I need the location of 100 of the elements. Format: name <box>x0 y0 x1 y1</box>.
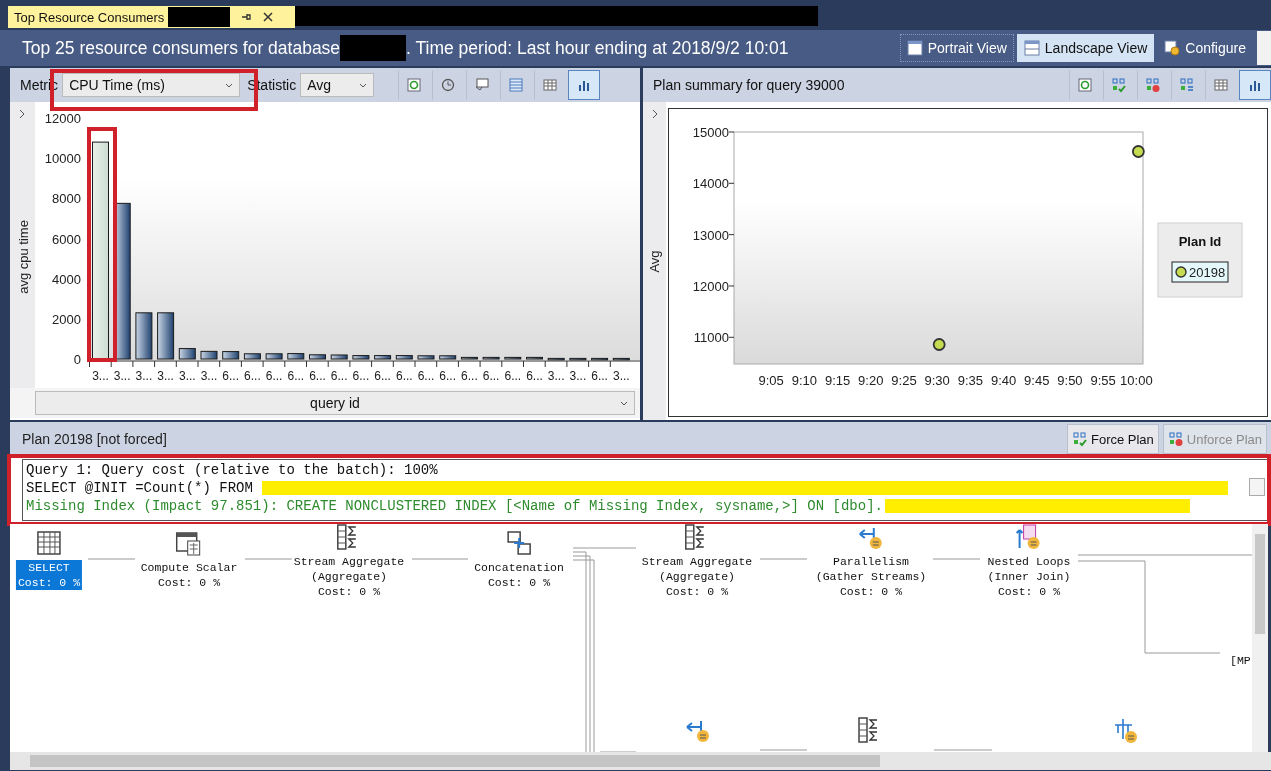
x-axis-dropdown[interactable]: query id <box>35 391 635 415</box>
bar[interactable] <box>330 354 348 360</box>
chevron-icon <box>18 109 26 119</box>
bar[interactable] <box>612 357 630 361</box>
scroll-thumb[interactable] <box>1255 534 1265 634</box>
document-tab[interactable]: Top Resource Consumers <box>8 6 295 28</box>
x-tick-label: 6... <box>526 369 543 383</box>
bar[interactable] <box>460 356 478 360</box>
x-tick-label: 3... <box>135 369 153 383</box>
bar[interactable] <box>352 355 370 360</box>
landscape-layout-icon <box>1023 40 1040 56</box>
bar[interactable] <box>243 353 261 360</box>
legend-item[interactable]: 20198 <box>1171 261 1229 283</box>
merge-icon <box>506 530 532 556</box>
x-tick-label: 3... <box>113 369 131 383</box>
caret-icon <box>225 82 234 88</box>
y-tick-label: 6000 <box>52 231 81 247</box>
connector-line <box>244 558 294 560</box>
metric-dropdown[interactable]: CPU Time (ms) <box>62 73 241 97</box>
x-tick-label: 3... <box>547 369 565 383</box>
bar[interactable] <box>374 355 392 360</box>
y-tick-label: 8000 <box>52 191 81 207</box>
data-point[interactable] <box>1131 145 1145 158</box>
plan-stop-icon <box>1145 77 1161 93</box>
connector-line <box>759 558 808 560</box>
portrait-layout-icon <box>906 40 923 56</box>
bar[interactable] <box>439 355 457 360</box>
y-tick-label: 2000 <box>52 311 81 327</box>
y-tick-label: 13000 <box>692 227 729 243</box>
horizontal-scrollbar[interactable] <box>10 752 1271 770</box>
x-tick-label: 9:35 <box>957 373 984 388</box>
x-tick-label: 3... <box>612 369 630 383</box>
statistic-dropdown[interactable]: Avg <box>300 73 375 97</box>
bar[interactable] <box>92 141 109 360</box>
bar[interactable] <box>157 312 175 360</box>
x-tick-label: 9:55 <box>1090 373 1116 388</box>
tab-title: Top Resource Consumers <box>14 9 165 25</box>
bar[interactable] <box>547 357 565 361</box>
plan-node-label[interactable]: SELECT Cost: 0 % <box>15 560 83 590</box>
connector-line <box>411 558 469 560</box>
bar[interactable] <box>135 312 153 360</box>
view-button[interactable]: Portrait View <box>899 34 1014 62</box>
x-tick-label: 6... <box>439 369 457 383</box>
bar[interactable] <box>265 353 283 360</box>
legend-label: 20198 <box>1189 265 1226 280</box>
bar[interactable] <box>417 355 435 360</box>
x-tick-label: 6... <box>395 369 413 383</box>
bar[interactable] <box>309 354 326 360</box>
close-icon[interactable] <box>262 11 275 23</box>
x-tick-label: 6... <box>287 369 305 383</box>
configure-button[interactable]: Configure <box>1157 34 1253 62</box>
toolbar-button[interactable] <box>568 70 601 100</box>
toolbar-button[interactable] <box>1239 70 1271 100</box>
x-tick-label: 3... <box>178 369 196 383</box>
x-tick-label: 6... <box>244 369 261 383</box>
bar[interactable] <box>591 357 609 361</box>
loop-icon <box>1016 524 1042 550</box>
y-tick-label: 15000 <box>692 125 729 140</box>
table-icon <box>1213 77 1229 93</box>
grid-icon <box>508 77 525 93</box>
bar[interactable] <box>504 356 522 360</box>
x-tick-label: 9:40 <box>990 373 1017 388</box>
plan-check-icon <box>1071 431 1088 447</box>
report-title: Top 25 resource consumers for database <box>22 37 341 59</box>
bar[interactable] <box>222 351 240 360</box>
report-period: . Time period: Last hour ending at 2018/9/2 10:01 <box>406 37 789 59</box>
plan-title: Plan 20198 [not forced] <box>22 431 167 447</box>
x-tick-label: 6... <box>222 369 240 383</box>
plan-compare-icon <box>1179 77 1195 93</box>
x-tick-label: 6... <box>461 369 478 383</box>
bar[interactable] <box>482 356 500 360</box>
query-text: SELECT @INIT =Count(*) FROM <box>26 479 253 497</box>
vertical-scrollbar[interactable] <box>1252 524 1268 752</box>
bar[interactable] <box>178 348 196 360</box>
bar[interactable] <box>526 356 543 360</box>
y-tick-label: 14000 <box>692 176 729 192</box>
y-tick-label: 4000 <box>52 271 81 287</box>
force-plan-button[interactable]: Force Plan <box>1066 424 1159 454</box>
x-tick-label: 9:15 <box>824 373 851 388</box>
x-tick-label: 6... <box>482 369 500 383</box>
x-tick-label: 9:30 <box>924 373 950 388</box>
scroll-thumb[interactable] <box>30 755 880 767</box>
calculator-icon <box>176 530 202 556</box>
y-tick-label: 12000 <box>692 279 729 294</box>
bar[interactable] <box>287 353 305 360</box>
data-point[interactable] <box>932 338 946 351</box>
x-tick-label: 9:25 <box>891 373 917 388</box>
bar[interactable] <box>200 350 218 360</box>
pin-icon[interactable] <box>240 11 253 23</box>
bar[interactable] <box>395 355 413 360</box>
y-tick-label: 10000 <box>44 151 81 167</box>
view-button[interactable]: Landscape View <box>1016 34 1155 62</box>
x-tick-label: 3... <box>157 369 174 383</box>
connector-line <box>87 558 136 560</box>
x-tick-label: 3... <box>569 369 587 383</box>
plan-check-icon <box>1111 77 1127 93</box>
comment-icon <box>474 77 491 93</box>
index-scan-icon <box>1112 717 1138 743</box>
bar[interactable] <box>569 357 587 361</box>
caret-icon <box>620 401 628 406</box>
